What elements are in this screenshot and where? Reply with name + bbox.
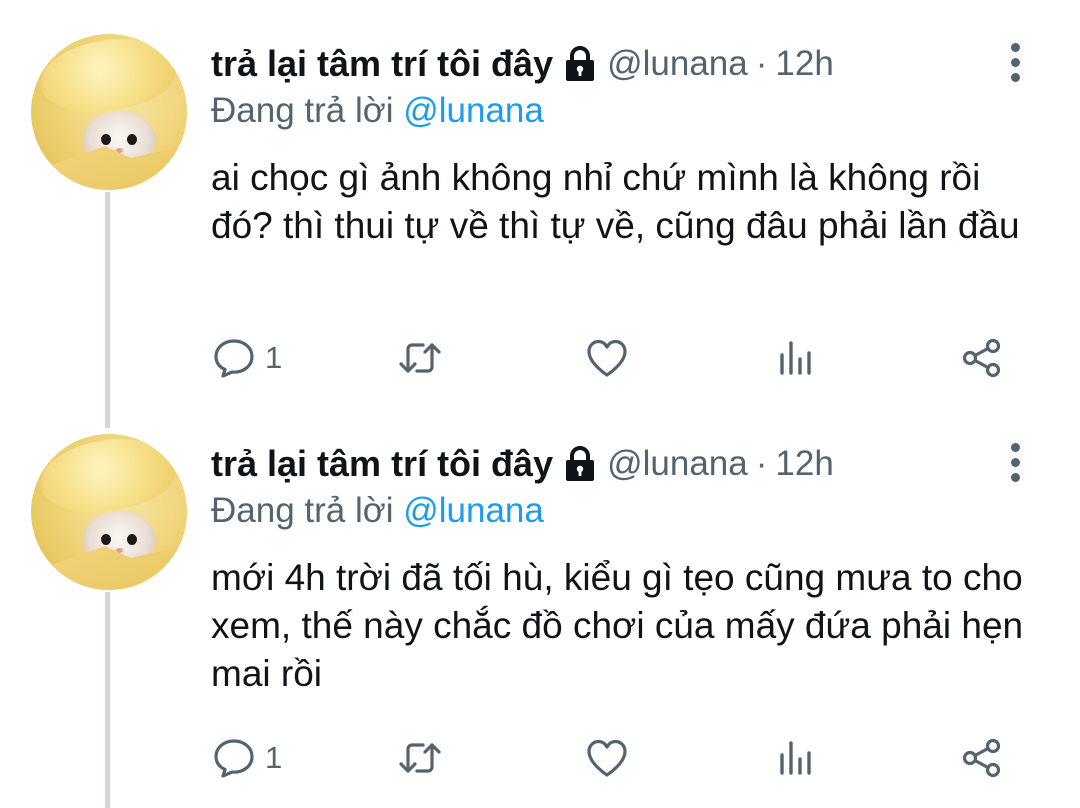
share-icon <box>962 338 1001 378</box>
views-button[interactable] <box>773 330 819 386</box>
avatar[interactable] <box>31 34 187 190</box>
heart-icon <box>587 739 627 777</box>
separator-dot: · <box>755 44 768 83</box>
lock-icon <box>566 446 595 481</box>
views-button[interactable] <box>773 730 819 786</box>
views-icon <box>780 341 811 375</box>
tweet[interactable]: trả lại tâm trí tôi đây @lunana · 12h Đa… <box>0 400 1080 800</box>
timestamp[interactable]: 12h <box>775 44 833 84</box>
reply-count: 1 <box>265 340 283 375</box>
share-button[interactable] <box>959 330 1005 386</box>
mention-link[interactable]: @lunana <box>403 91 544 130</box>
like-button[interactable] <box>584 330 630 386</box>
heart-icon <box>587 339 627 377</box>
more-vertical-icon[interactable] <box>1002 43 1030 83</box>
tweet-header: trả lại tâm trí tôi đây @lunana · 12h <box>211 442 834 486</box>
share-icon <box>962 738 1001 778</box>
retweet-icon <box>399 743 441 773</box>
tweet-text: mới 4h trời đã tối hù, kiểu gì tẹo cũng … <box>211 557 1024 694</box>
replying-to: Đang trả lời @lunana <box>211 91 544 130</box>
retweet-button[interactable] <box>397 330 443 386</box>
reply-button[interactable]: 1 <box>211 730 282 786</box>
lock-icon <box>566 46 595 81</box>
timestamp[interactable]: 12h <box>775 444 833 484</box>
user-handle[interactable]: @lunana <box>607 444 748 484</box>
reply-icon <box>214 339 254 378</box>
retweet-icon <box>399 343 441 373</box>
tweet-actions: 1 <box>211 330 1031 386</box>
tweet-header: trả lại tâm trí tôi đây @lunana · 12h <box>211 42 834 86</box>
views-icon <box>780 741 811 775</box>
display-name[interactable]: trả lại tâm trí tôi đây <box>211 43 553 85</box>
reply-icon <box>214 739 254 778</box>
like-button[interactable] <box>584 730 630 786</box>
tweet-text: ai chọc gì ảnh không nhỉ chứ mình là khô… <box>211 157 1020 246</box>
replying-to: Đang trả lời @lunana <box>211 491 544 530</box>
avatar[interactable] <box>31 434 187 590</box>
tweet[interactable]: trả lại tâm trí tôi đây @lunana · 12h Đa… <box>0 0 1080 400</box>
retweet-button[interactable] <box>397 730 443 786</box>
mention-link[interactable]: @lunana <box>403 491 544 530</box>
tweet-actions: 1 <box>211 730 1031 786</box>
share-button[interactable] <box>959 730 1005 786</box>
separator-dot: · <box>755 444 768 483</box>
user-handle[interactable]: @lunana <box>607 44 748 84</box>
reply-count: 1 <box>265 740 283 775</box>
display-name[interactable]: trả lại tâm trí tôi đây <box>211 443 553 485</box>
more-vertical-icon[interactable] <box>1002 443 1030 483</box>
reply-button[interactable]: 1 <box>211 330 282 386</box>
